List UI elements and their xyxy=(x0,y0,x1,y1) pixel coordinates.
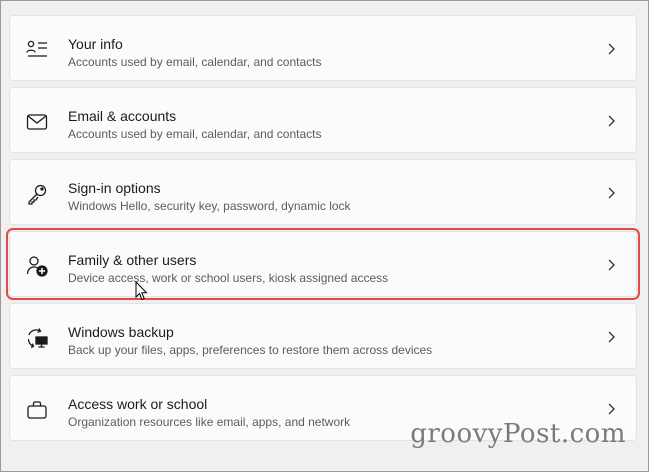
add-user-icon xyxy=(26,255,48,277)
chevron-right-icon xyxy=(606,43,616,55)
backup-sync-icon xyxy=(26,327,48,349)
setting-windows-backup[interactable]: Windows backup Back up your files, apps,… xyxy=(9,303,637,369)
setting-title: Sign-in options xyxy=(68,180,161,196)
settings-list: Your info Accounts used by email, calend… xyxy=(6,15,640,447)
setting-title: Family & other users xyxy=(68,252,197,268)
mail-icon xyxy=(26,111,48,133)
chevron-right-icon xyxy=(606,331,616,343)
key-icon xyxy=(26,183,48,205)
setting-title: Your info xyxy=(68,36,123,52)
setting-subtitle: Back up your files, apps, preferences to… xyxy=(68,343,433,357)
setting-title: Email & accounts xyxy=(68,108,177,124)
chevron-right-icon xyxy=(606,403,616,415)
setting-title: Access work or school xyxy=(68,396,208,412)
chevron-right-icon xyxy=(606,259,616,271)
setting-sign-in-options[interactable]: Sign-in options Windows Hello, security … xyxy=(9,159,637,225)
settings-panel: Your info Accounts used by email, calend… xyxy=(0,0,649,472)
setting-subtitle: Accounts used by email, calendar, and co… xyxy=(68,55,322,69)
setting-title: Windows backup xyxy=(68,324,174,340)
chevron-right-icon xyxy=(606,187,616,199)
setting-your-info[interactable]: Your info Accounts used by email, calend… xyxy=(9,15,637,81)
setting-family-other-users[interactable]: Family & other users Device access, work… xyxy=(6,228,640,300)
setting-subtitle: Accounts used by email, calendar, and co… xyxy=(68,127,322,141)
mouse-pointer-icon xyxy=(135,280,149,301)
setting-subtitle: Device access, work or school users, kio… xyxy=(68,271,389,285)
setting-subtitle: Windows Hello, security key, password, d… xyxy=(68,199,351,213)
setting-subtitle: Organization resources like email, apps,… xyxy=(68,415,351,429)
setting-email-accounts[interactable]: Email & accounts Accounts used by email,… xyxy=(9,87,637,153)
watermark: groovyPost.com xyxy=(410,419,626,449)
chevron-right-icon xyxy=(606,115,616,127)
user-info-icon xyxy=(26,39,48,61)
briefcase-icon xyxy=(26,399,48,421)
